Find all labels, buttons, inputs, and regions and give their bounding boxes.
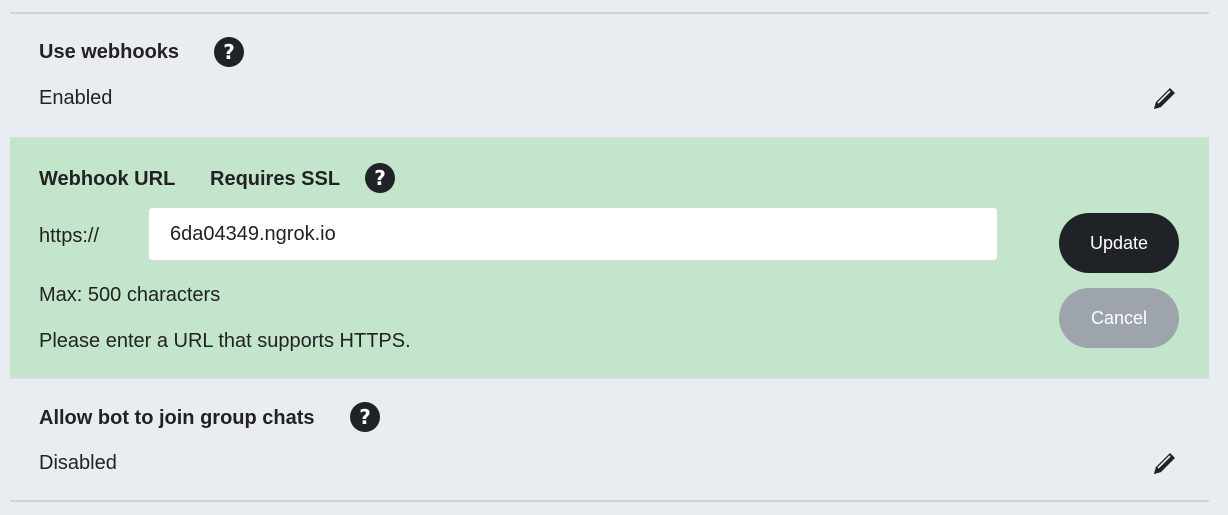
pencil-icon[interactable]	[1150, 448, 1180, 478]
webhooks-setting-section: Use webhooks ? Enabled	[10, 14, 1209, 136]
url-prefix-label: https://	[39, 225, 100, 247]
webhook-url-title: Webhook URL	[39, 168, 176, 190]
https-hint: Please enter a URL that supports HTTPS.	[39, 330, 411, 352]
group-chat-setting-value: Disabled	[39, 452, 117, 474]
bottom-divider	[10, 500, 1209, 502]
webhooks-setting-title: Use webhooks	[39, 41, 180, 63]
pencil-icon[interactable]	[1150, 83, 1180, 113]
question-circle-icon[interactable]: ?	[214, 37, 244, 67]
group-chat-setting-title: Allow bot to join group chats	[39, 407, 315, 429]
question-circle-icon[interactable]: ?	[350, 402, 380, 432]
webhooks-setting-value: Enabled	[39, 87, 113, 109]
requires-ssl-label: Requires SSL	[210, 168, 341, 190]
group-chat-setting-section: Allow bot to join group chats ? Disabled	[10, 379, 1209, 500]
webhook-url-input[interactable]	[148, 207, 998, 261]
max-length-hint: Max: 500 characters	[39, 284, 221, 306]
webhook-url-edit-panel: Webhook URL Requires SSL ? https:// Max:…	[10, 137, 1209, 379]
question-circle-icon[interactable]: ?	[365, 163, 395, 193]
update-button[interactable]: Update	[1059, 213, 1179, 273]
cancel-button[interactable]: Cancel	[1059, 288, 1179, 348]
